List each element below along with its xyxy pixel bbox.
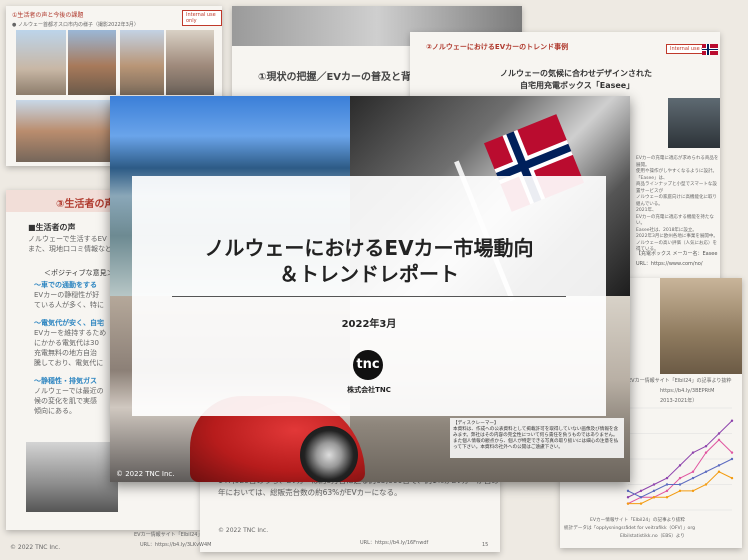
chart-point [626, 489, 630, 493]
opinion-body: EVカーを維持するため [34, 329, 107, 337]
chart-series-line [628, 471, 733, 505]
city-photo-3 [120, 30, 164, 95]
cover-slide: ノルウェーにおけるEVカー市場動向 ＆トレンドレポート 2022年3月 tnc … [110, 96, 630, 482]
road-photo [26, 442, 118, 512]
title-divider [172, 296, 566, 297]
body-line: ノルウェーの家庭向けに高機能化に取り組んでいる。 [636, 195, 717, 207]
opinion-heading: 〜電気代が安く、自宅 [34, 319, 104, 327]
chart-point [678, 483, 682, 486]
section-label: ■生活者の声 [28, 223, 76, 232]
opinion-body: 候の変化を肌で実感 [34, 397, 97, 405]
chart-point [691, 489, 695, 493]
chart-point [730, 476, 734, 480]
disclaimer-text: 本資料は、作成への公表資料として掲載許可を取得していない画像及び情報を含みます。… [453, 427, 619, 450]
cover-date: 2022年3月 [341, 319, 397, 330]
disclaimer-box: 【ディスクレーマー】 本資料は、作成への公表資料として掲載許可を取得していない画… [450, 418, 624, 458]
opinion-heading: 〜静穏性・排気ガス [34, 377, 97, 385]
body-line: 使用や操作がしやすくなるように設計。「Easee」は、 [636, 169, 717, 181]
chart-series-line [627, 439, 733, 505]
easee-photo [668, 98, 720, 148]
opinion-body: ている人が多く、特に [34, 301, 104, 309]
chart-point [704, 483, 708, 486]
chart-point [717, 464, 721, 467]
cover-title-line2: ＆トレンドレポート [279, 262, 459, 286]
body-line: 商品ラインナップと小型でスマートな設置サービスが [636, 182, 717, 194]
slide-heading: ①現状の把握／EVカーの普及と背景 [258, 72, 422, 83]
chart-point [717, 438, 721, 442]
cover-copyright: © 2022 TNC Inc. [116, 470, 175, 478]
chart-point [665, 476, 669, 480]
chart-point [665, 483, 669, 486]
slide-subheading: ● ノルウェー首都オスロ市内の様子（撮影2022年3月） [12, 22, 139, 28]
positive-heading: ＜ポジティブな意見＞ [44, 269, 114, 277]
chart-point [704, 451, 708, 454]
stats-text-line: 年においては、総販売台数の約63%がEVカーになる。 [218, 488, 402, 497]
slide-title-line2: 自宅用充電ボックス「Easee」 [520, 81, 635, 90]
chart-point [717, 470, 721, 473]
chart-point [730, 457, 734, 461]
body-text: EVカーの充電に適応が求められる商品を展開。 使用や操作がしやすくなるように設計… [636, 156, 720, 254]
city-photo-1 [16, 30, 66, 95]
copyright-text: © 2022 TNC Inc. [10, 544, 61, 551]
opinion-body: 充電無料の地方自治 [34, 349, 97, 357]
chart-point [691, 470, 695, 473]
chart-point [691, 451, 695, 454]
chart-point [652, 496, 656, 499]
chart-point [665, 496, 669, 499]
body-line: EVカーの充電に適応する機能を持たない。 [636, 214, 714, 227]
url-text: URL：https://b4.ly/3LKvW4M [140, 542, 212, 548]
norway-flag-icon [702, 44, 718, 55]
chart-point [639, 489, 643, 493]
chart-point [678, 476, 682, 480]
copyright-text: © 2022 TNC Inc. [218, 527, 269, 534]
city-photo-4 [166, 30, 214, 95]
opinion-body: EVカーの静穏性が好 [34, 291, 100, 299]
opinion-heading: 〜車での通勤をする [34, 281, 97, 289]
maker-label: 【充電ボックス メーカー名：Easee [636, 251, 718, 257]
chart-point [639, 496, 643, 499]
chart-point [678, 489, 682, 493]
cover-title-line1: ノルウェーにおけるEVカー市場動向 [204, 236, 534, 260]
intro-line: ノルウェーで生活するEV [28, 235, 107, 243]
chart-point [691, 476, 695, 480]
url-text: URL：https://b4.ly/16Fnwdf [360, 540, 429, 546]
slide-title-line1: ノルウェーの気候に合わせデザインされた [500, 69, 652, 78]
slide-heading: ③生活者の声 [56, 199, 115, 210]
chart-point [665, 489, 669, 493]
body-line: 2022年3月に欧州各地に事業を展開中。 [636, 234, 718, 239]
company-logo: tnc [353, 350, 383, 380]
maker-url: URL：https://www.com/no/ [636, 261, 703, 267]
chart-point [639, 502, 643, 505]
chart-point [730, 419, 734, 422]
chart-point [678, 464, 682, 467]
chart-point [626, 502, 630, 505]
chart-point [652, 483, 656, 486]
chart-source: Elbilstatistikk.no（EBS）より [620, 534, 685, 539]
chart-point [704, 445, 708, 448]
city-photo-5 [16, 100, 114, 162]
chart-point [730, 451, 734, 454]
opinion-body: ノルウェーでは最近の [34, 387, 104, 395]
chart-point [717, 432, 721, 435]
title-panel: ノルウェーにおけるEVカー市場動向 ＆トレンドレポート 2022年3月 tnc … [132, 176, 606, 416]
internal-use-tag: Internal use only [182, 10, 222, 26]
chart-point [652, 489, 656, 493]
body-line: EVカーの充電に適応が求められる商品を展開。 [636, 156, 719, 168]
chart-point [626, 496, 630, 499]
intro-line: また、現地口コミ情報など [28, 245, 112, 253]
page-number: 15 [482, 542, 489, 548]
city-photo-2 [68, 30, 116, 95]
car-wheel [300, 426, 358, 482]
company-name: 株式会社TNC [347, 386, 391, 394]
opinion-body: 傾向にある。 [34, 407, 76, 415]
chart-point [704, 470, 708, 473]
opinion-body: 騰しており、電気代に [34, 359, 104, 367]
slide-heading: ②ノルウェーにおけるEVカーのトレンド事例 [426, 43, 569, 51]
source-text: EVカー情報サイト「Elbil24」 [134, 532, 203, 538]
opinion-body: にかかる電気代は30 [34, 339, 99, 347]
